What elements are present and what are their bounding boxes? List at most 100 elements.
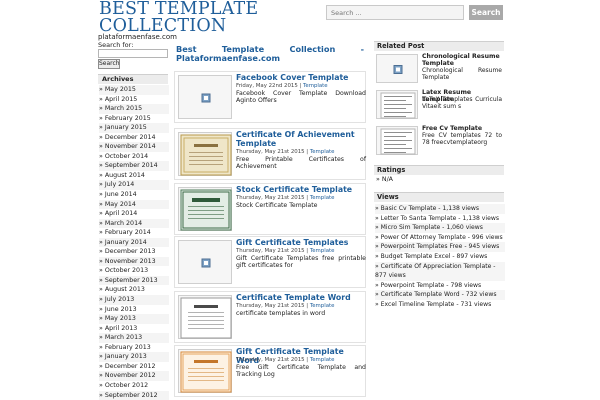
- archive-link[interactable]: » April 2014: [99, 209, 169, 219]
- views-link[interactable]: » Power Of Attorney Template - 996 views: [375, 233, 505, 243]
- post-date: Thursday, May 21st 2015: [236, 303, 305, 309]
- post-category-link[interactable]: Template: [310, 357, 335, 363]
- site-subtitle: plataformaenfase.com: [98, 33, 177, 41]
- archive-link[interactable]: » May 2013: [99, 314, 169, 324]
- ratings-heading: Ratings: [374, 165, 504, 175]
- post-title[interactable]: Facebook Cover Template: [236, 73, 366, 83]
- post-date: Thursday, May 21st 2015: [236, 357, 305, 363]
- archive-link[interactable]: » July 2013: [99, 295, 169, 305]
- post-card: Certificate Template Word Thursday, May 2…: [174, 291, 366, 343]
- views-link[interactable]: » Powerpoint Templates Free - 945 views: [375, 242, 505, 252]
- post-excerpt: Free Gift Certificate Template and Track…: [236, 364, 366, 378]
- post-category-link[interactable]: Template: [310, 248, 335, 254]
- archive-link[interactable]: » January 2014: [99, 237, 169, 248]
- archive-link[interactable]: » November 2012: [99, 371, 169, 381]
- related-post: Free Cv Template Free CV templates 72 to …: [374, 124, 504, 157]
- post-card: Gift Certificate Template Word Thursday, …: [174, 345, 366, 397]
- views-link[interactable]: » Excel Timeline Template - 731 views: [375, 300, 505, 310]
- archive-link[interactable]: » September 2012: [99, 390, 169, 400]
- archive-link[interactable]: » November 2013: [99, 256, 169, 267]
- post-category-link[interactable]: Template: [310, 195, 335, 201]
- header-search-input[interactable]: [326, 5, 464, 20]
- page-title: Best Template Collection - Plataformaenf…: [176, 45, 364, 63]
- sidebar-search-input[interactable]: [98, 49, 168, 58]
- post-thumbnail[interactable]: [178, 75, 232, 119]
- archive-link[interactable]: » September 2014: [99, 161, 169, 171]
- archive-link[interactable]: » February 2013: [99, 343, 169, 353]
- related-post-title[interactable]: Free Cv Template: [422, 125, 502, 132]
- views-link[interactable]: » Letter To Santa Template - 1,138 views: [375, 214, 505, 224]
- archive-link[interactable]: » June 2013: [99, 305, 169, 315]
- post-date: Friday, May 22nd 2015: [236, 83, 298, 89]
- post-excerpt: Gift Certificate Templates free printabl…: [236, 255, 366, 269]
- archive-link[interactable]: » October 2013: [99, 266, 169, 276]
- archive-link[interactable]: » May 2014: [99, 199, 169, 210]
- archive-link[interactable]: » January 2013: [99, 352, 169, 362]
- archive-link[interactable]: » February 2015: [99, 114, 169, 124]
- archive-link[interactable]: » March 2013: [99, 333, 169, 343]
- post-meta: Thursday, May 21st 2015 | Template: [236, 303, 366, 309]
- post-title[interactable]: Gift Certificate Templates: [236, 238, 366, 248]
- archive-link[interactable]: » January 2015: [99, 123, 169, 133]
- views-link[interactable]: » Certificate Template Word - 732 views: [375, 290, 505, 300]
- views-link[interactable]: » Certificate Of Appreciation Template -…: [375, 261, 505, 281]
- post-meta: Thursday, May 21st 2015 | Template: [236, 149, 366, 155]
- related-post-desc: LaTeX Templates Curricula Vitaeit sum s: [422, 96, 502, 110]
- archive-link[interactable]: » November 2014: [99, 142, 169, 152]
- post-excerpt: certificate templates in word: [236, 310, 326, 317]
- post-title[interactable]: Certificate Template Word: [236, 293, 366, 303]
- post-category-link[interactable]: Template: [303, 83, 328, 89]
- archive-list: » May 2015» April 2015» March 2015» Febr…: [99, 85, 169, 400]
- related-post-title[interactable]: Chronological Resume Template: [422, 53, 502, 67]
- post-excerpt: Free Printable Certificates of Achieveme…: [236, 156, 366, 170]
- ratings-value[interactable]: » N/A: [376, 176, 393, 183]
- related-post-desc: Chronological Resume Template: [422, 67, 502, 81]
- archive-link[interactable]: » September 2013: [99, 275, 169, 286]
- post-title[interactable]: Certificate Of Achievement Template: [236, 130, 366, 148]
- post-excerpt: Stock Certificate Template: [236, 202, 318, 209]
- header-search-button[interactable]: Search: [469, 5, 503, 20]
- archive-link[interactable]: » August 2014: [99, 171, 169, 181]
- archive-link[interactable]: » July 2014: [99, 180, 169, 191]
- related-thumbnail[interactable]: [376, 126, 418, 155]
- archive-link[interactable]: » February 2014: [99, 228, 169, 238]
- related-post: Chronological Resume Template Chronologic…: [374, 52, 504, 85]
- post-thumbnail[interactable]: [178, 132, 232, 176]
- archive-link[interactable]: » April 2015: [99, 95, 169, 105]
- post-meta: Thursday, May 21st 2015 | Template: [236, 357, 366, 363]
- post-thumbnail[interactable]: [178, 187, 232, 231]
- archive-link[interactable]: » October 2014: [99, 152, 169, 162]
- post-thumbnail[interactable]: [178, 295, 232, 339]
- post-card: Stock Certificate Template Thursday, May …: [174, 183, 366, 235]
- related-thumbnail[interactable]: [376, 54, 418, 83]
- archive-link[interactable]: » August 2013: [99, 285, 169, 295]
- post-category-link[interactable]: Template: [310, 149, 335, 155]
- archive-link[interactable]: » December 2014: [99, 133, 169, 143]
- views-heading: Views: [374, 192, 504, 202]
- post-title[interactable]: Stock Certificate Template: [236, 185, 366, 195]
- archive-link[interactable]: » October 2012: [99, 381, 169, 391]
- site-title[interactable]: BEST TEMPLATE COLLECTION: [99, 0, 329, 35]
- post-category-link[interactable]: Template: [310, 303, 335, 309]
- archive-link[interactable]: » December 2013: [99, 247, 169, 257]
- archive-link[interactable]: » May 2015: [99, 85, 169, 95]
- post-thumbnail[interactable]: [178, 349, 232, 393]
- archive-link[interactable]: » March 2015: [99, 104, 169, 114]
- views-link[interactable]: » Basic Cv Template - 1,138 views: [375, 204, 505, 214]
- sidebar-search-label: Search for:: [98, 41, 134, 49]
- post-card: Facebook Cover Template Friday, May 22nd …: [174, 71, 366, 123]
- archive-link[interactable]: » March 2014: [99, 218, 169, 229]
- views-link[interactable]: » Budget Template Excel - 897 views: [375, 252, 505, 262]
- post-thumbnail[interactable]: [178, 240, 232, 284]
- archive-link[interactable]: » June 2014: [99, 190, 169, 200]
- post-card: Certificate Of Achievement Template Thurs…: [174, 128, 366, 180]
- related-thumbnail[interactable]: [376, 90, 418, 119]
- archive-link[interactable]: » April 2013: [99, 324, 169, 334]
- views-link[interactable]: » Micro Sim Template - 1,060 views: [375, 223, 505, 233]
- post-date: Thursday, May 21st 2015: [236, 195, 305, 201]
- related-post-desc: Free CV templates 72 to 78 freecvtemplat…: [422, 132, 502, 146]
- related-post: Latex Resume Template LaTeX Templates Cur…: [374, 88, 504, 121]
- archive-link[interactable]: » December 2012: [99, 362, 169, 372]
- views-link[interactable]: » Powerpoint Template - 798 views: [375, 281, 505, 291]
- sidebar-search-button[interactable]: Search: [98, 59, 120, 69]
